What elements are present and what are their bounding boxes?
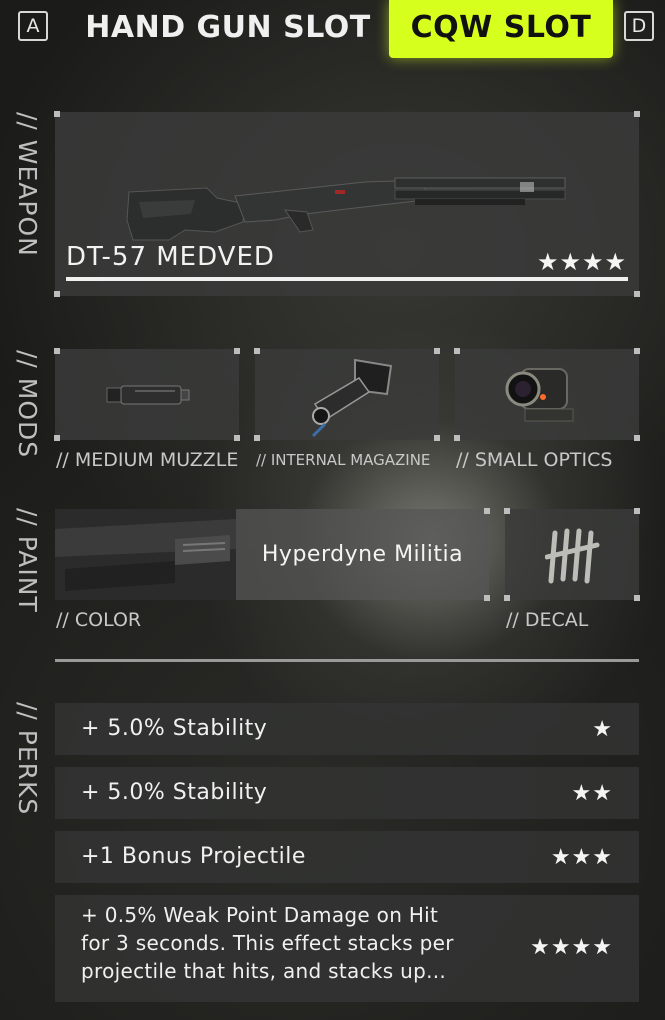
perk-rating: ★ (592, 717, 613, 742)
section-divider (55, 659, 639, 662)
perk-text: +1 Bonus Projectile (81, 844, 306, 869)
paint-color-name: Hyperdyne Militia (261, 542, 464, 567)
mod-slot-muzzle[interactable] (54, 348, 240, 441)
muzzle-image (106, 385, 190, 405)
paint-color-label: // COLOR (56, 609, 142, 631)
perk-row[interactable]: + 5.0% Stability ★ (55, 703, 639, 755)
mod-label-optics: // SMALL OPTICS (456, 449, 613, 471)
perk-text: + 5.0% Stability (81, 780, 268, 805)
section-label-weapon: // WEAPON (13, 112, 42, 257)
perk-row[interactable]: + 0.5% Weak Point Damage on Hit for 3 se… (55, 895, 639, 1002)
perk-text: + 5.0% Stability (81, 716, 268, 741)
perk-rating: ★★ (571, 781, 613, 806)
weapon-slot[interactable]: DT-57 MEDVED ★★★★ (54, 111, 640, 297)
section-label-perks: // PERKS (13, 702, 42, 816)
paint-decal-label: // DECAL (506, 609, 589, 631)
optics-image (505, 368, 574, 422)
perk-row[interactable]: + 5.0% Stability ★★ (55, 767, 639, 819)
mod-slot-magazine[interactable] (254, 348, 440, 441)
perk-row[interactable]: +1 Bonus Projectile ★★★ (55, 831, 639, 883)
weapon-name: DT-57 MEDVED (66, 242, 275, 272)
perk-rating: ★★★ (550, 845, 613, 870)
section-label-mods: // MODS (13, 350, 42, 459)
magazine-image (311, 358, 393, 438)
key-hint-a[interactable]: A (18, 11, 48, 41)
tab-cqw-slot[interactable]: CQW SLOT (389, 0, 613, 58)
weapon-name-underline (66, 277, 628, 281)
mod-label-muzzle: // MEDIUM MUZZLE (56, 449, 239, 471)
perk-text: + 0.5% Weak Point Damage on Hit for 3 se… (81, 903, 454, 983)
mod-slot-optics[interactable] (454, 348, 640, 441)
mod-label-magazine: // INTERNAL MAGAZINE (256, 451, 431, 469)
paint-color-slot[interactable]: Hyperdyne Militia (55, 508, 490, 601)
tab-hand-gun-slot[interactable]: HAND GUN SLOT (70, 0, 386, 58)
paint-decal-slot[interactable] (504, 508, 640, 601)
weapon-rating: ★★★★ (536, 248, 627, 276)
perk-rating: ★★★★ (530, 935, 613, 960)
section-label-paint: // PAINT (13, 508, 42, 613)
key-hint-d[interactable]: D (624, 11, 654, 41)
paint-preview-image (55, 509, 236, 600)
shotgun-image (126, 177, 566, 241)
tally-marks-decal (545, 528, 600, 584)
